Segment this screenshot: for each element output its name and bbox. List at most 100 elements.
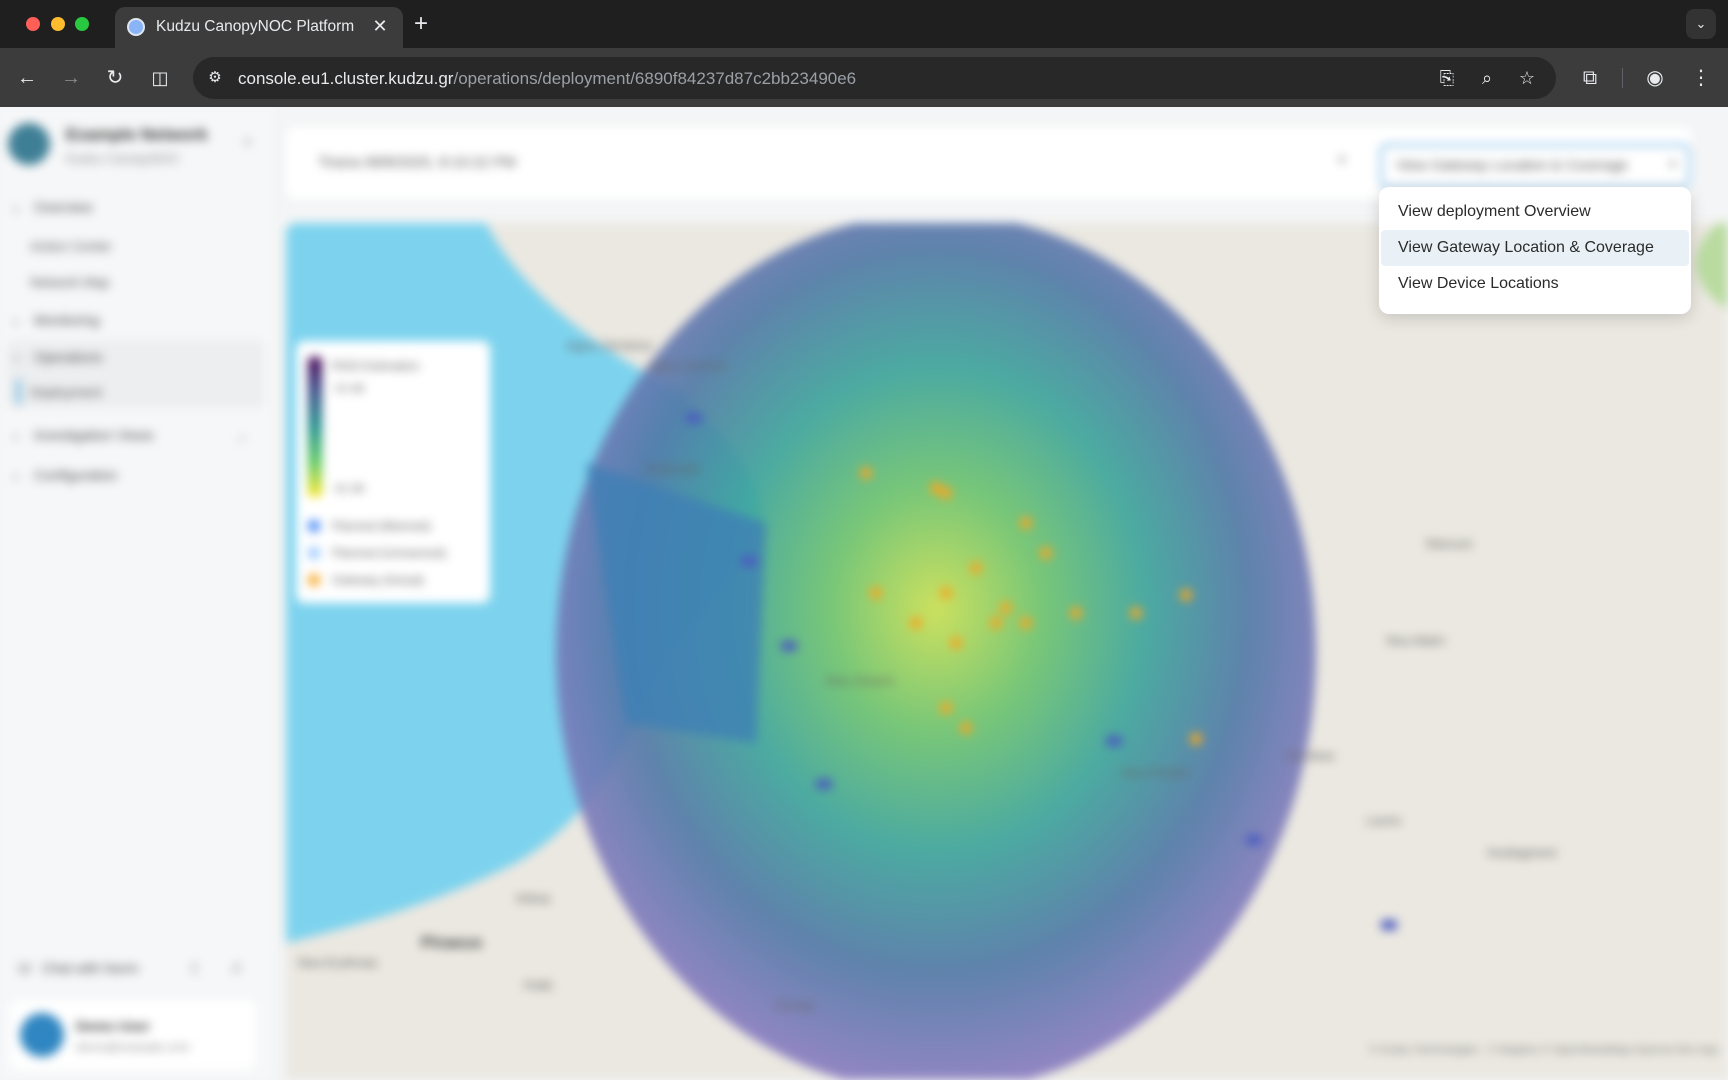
new-tab-button[interactable]: +	[414, 12, 428, 36]
sidebar-item-operations[interactable]: ▾ Operations	[14, 349, 102, 365]
sidebar-item-deployment[interactable]: Deployment	[30, 385, 102, 400]
extensions-icon[interactable]: ⧉	[1576, 64, 1604, 92]
sidebar-item-network-map[interactable]: Network Map	[30, 275, 110, 290]
org-subtitle: Kudzu CanopyNOC	[66, 151, 181, 166]
chevron-down-icon[interactable]: ⌄	[1686, 9, 1716, 39]
map-label: Koropi	[776, 998, 814, 1013]
minimize-window-button[interactable]	[51, 17, 65, 31]
close-icon[interactable]: ✕	[369, 15, 391, 37]
profile-icon[interactable]: ◉	[1641, 64, 1669, 92]
sidebar-item-overview[interactable]: ▸ Overview	[14, 199, 92, 215]
moon-icon[interactable]: ☾	[190, 959, 204, 979]
chevron-down-icon[interactable]: ▼	[1336, 153, 1348, 167]
map-label: Agios Dimitrios	[566, 338, 653, 353]
avatar	[20, 1013, 64, 1057]
user-email: demo@example.com	[76, 1040, 190, 1054]
legend-item: Gateway (Actual)	[308, 573, 424, 587]
map-label: Nea Smyrni	[826, 673, 894, 688]
url-host: console.eu1.cluster.kudzu.gr	[238, 69, 454, 88]
legend-title: RSSI Estimation	[332, 359, 420, 373]
bookmark-star-icon[interactable]: ☆	[1515, 66, 1539, 90]
map-label: Marousi	[1426, 536, 1473, 551]
map-attribution[interactable]: © Kudzu Technologies · © Mapbox © OpenSt…	[1369, 1044, 1718, 1056]
sidebar-item-investigation-views[interactable]: ▸ Investigation Views	[14, 427, 154, 443]
browser-tab-active[interactable]: Kudzu CanopyNOC Platform ✕	[115, 7, 403, 48]
legend-label: Planned (Unmanned)	[332, 546, 447, 560]
legend-label: Gateway (Actual)	[332, 573, 425, 587]
legend-max: -53 dB	[332, 383, 365, 395]
split-view-icon[interactable]: ◫	[146, 64, 174, 92]
chevron-down-icon[interactable]: ▼	[242, 137, 253, 149]
sidebar: Example Network Kudzu CanopyNOC ▼ ▸ Overv…	[0, 107, 272, 1080]
sidebar-item-label: Overview	[34, 199, 93, 215]
map-label: Kifisia	[516, 891, 551, 906]
sidebar-item-label: Configuration	[34, 467, 118, 483]
sidebar-item-label: Investigation Views	[34, 427, 154, 443]
org-name: Example Network	[66, 125, 208, 144]
legend-dot	[308, 520, 320, 532]
chevron-down-icon[interactable]: ▼	[1667, 159, 1678, 171]
globe-icon	[127, 18, 145, 36]
dropdown-option-deployment-overview[interactable]: View deployment Overview	[1381, 194, 1689, 230]
chevron-icon: ▸	[14, 317, 20, 328]
bell-icon[interactable]: ♫	[230, 959, 242, 977]
legend-dot	[308, 574, 320, 586]
map-label: Pefki	[524, 978, 553, 993]
install-app-icon[interactable]: ⎘	[1435, 66, 1459, 90]
view-select-value: View Gateway Location & Coverage	[1396, 158, 1628, 174]
user-name: Demo User	[76, 1018, 150, 1034]
map-canvas	[286, 223, 1728, 1080]
legend-dot	[308, 547, 320, 559]
map-label: Piraeus	[421, 933, 483, 952]
kebab-menu-icon[interactable]: ⋮	[1687, 64, 1715, 92]
toolbar-divider	[1622, 68, 1623, 88]
tab-title: Kudzu CanopyNOC Platform	[156, 18, 355, 35]
browser-tabbar: Kudzu CanopyNOC Platform ✕ + ⌄	[0, 0, 1728, 48]
chevron-icon: ▾	[14, 354, 20, 365]
sidebar-item-label: Monitoring	[34, 312, 100, 328]
close-window-button[interactable]	[26, 17, 40, 31]
chat-label: Chat with Norm	[42, 960, 139, 976]
coverage-map[interactable]: Agios Dimitrios Agios Ioannis Kalamaki N…	[286, 223, 1728, 1080]
site-info-icon[interactable]: ⚙	[203, 66, 227, 90]
chevron-icon: ▸	[14, 432, 20, 443]
view-select[interactable]: View Gateway Location & Coverage ▼	[1380, 144, 1690, 188]
map-label: Gerakas	[1286, 748, 1336, 763]
dropdown-option-gateway-coverage[interactable]: View Gateway Location & Coverage	[1381, 230, 1689, 266]
org-avatar[interactable]	[8, 123, 50, 165]
chat-button[interactable]: ☏ Chat with Norm	[16, 960, 138, 977]
chevron-icon: ▸	[14, 472, 20, 483]
legend-item: Planned (Unmanned)	[308, 546, 446, 560]
legend-item: Planned (Manned)	[308, 519, 431, 533]
map-label: Kalamaki	[646, 461, 700, 476]
zoom-icon[interactable]: ⌕	[1475, 66, 1499, 90]
view-dropdown-menu: View deployment Overview View Gateway Lo…	[1379, 187, 1691, 314]
dropdown-option-device-locations[interactable]: View Device Locations	[1381, 266, 1689, 302]
chat-icon: ☏	[16, 960, 34, 976]
url-path: /operations/deployment/6890f84237d87c2bb…	[453, 69, 857, 88]
address-bar[interactable]: ⚙ console.eu1.cluster.kudzu.gr/operation…	[193, 57, 1556, 99]
sidebar-item-monitoring[interactable]: ▸ Monitoring	[14, 312, 99, 328]
reload-icon[interactable]: ↻	[101, 64, 129, 92]
forward-icon[interactable]: →	[57, 64, 85, 92]
park-area	[1696, 223, 1728, 309]
user-card[interactable]: Demo User demo@example.com	[10, 1000, 256, 1070]
map-label: Lavrio	[1366, 813, 1402, 828]
map-label: Agios Ioannis	[648, 358, 727, 373]
chevron-icon: ▸	[14, 204, 20, 215]
date-select[interactable]: Tirana 08/8/2025, 8:10:22 PM	[318, 154, 516, 171]
map-label: Nea Penteli	[1121, 765, 1189, 780]
legend-label: Planned (Manned)	[332, 519, 431, 533]
maximize-window-button[interactable]	[75, 17, 89, 31]
map-label: Nea Erythraia	[298, 955, 378, 970]
external-link-icon: ↗	[236, 434, 246, 446]
map-legend: RSSI Estimation -53 dB -92 dB Planned (M…	[296, 341, 490, 603]
browser-toolbar: ← → ↻ ◫ ⚙ console.eu1.cluster.kudzu.gr/o…	[0, 48, 1728, 107]
url-text[interactable]: console.eu1.cluster.kudzu.gr/operations/…	[238, 69, 856, 89]
sidebar-item-label: Operations	[34, 349, 103, 365]
sidebar-item-configuration[interactable]: ▸ Configuration	[14, 467, 117, 483]
nav-active-indicator	[17, 379, 20, 405]
back-icon[interactable]: ←	[13, 64, 41, 92]
map-label: Vouliagmeni	[1486, 845, 1557, 860]
sidebar-item-action-center[interactable]: Action Center	[30, 239, 112, 254]
